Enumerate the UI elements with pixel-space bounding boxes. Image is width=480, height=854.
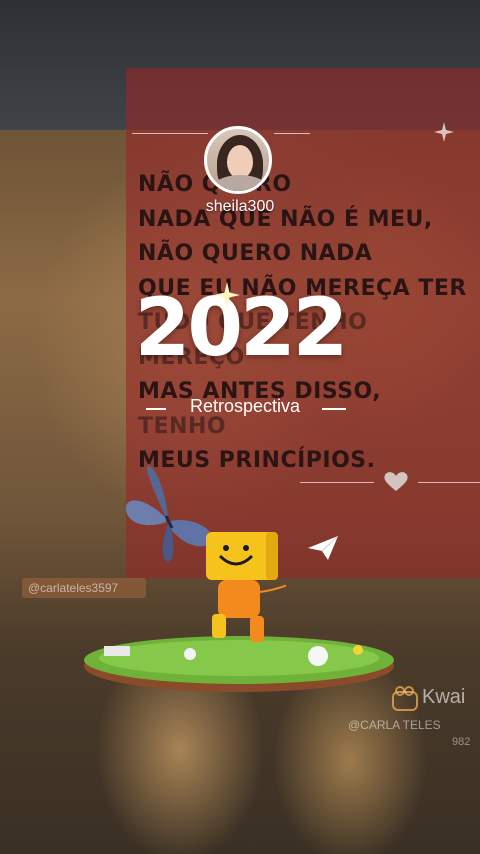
- subtitle-text: Retrospectiva: [189, 396, 301, 416]
- sparkle-icon: [434, 122, 454, 142]
- avatar-face: [227, 145, 253, 179]
- panel-rule-top-left: [132, 133, 208, 134]
- panel-rule-bottom-left: [300, 482, 374, 483]
- sparkle-icon: [214, 282, 240, 308]
- heart-icon: [384, 472, 408, 491]
- avatar[interactable]: [204, 126, 272, 194]
- kwai-brand: Kwai: [422, 686, 466, 708]
- paper-plane-icon: [308, 536, 338, 560]
- username-label[interactable]: sheila300: [180, 198, 300, 216]
- subtitle-line-right: [322, 408, 346, 410]
- year-title: 2022: [134, 281, 349, 374]
- watermark-handle: @carlateles3597: [22, 578, 146, 598]
- panel-rule-bottom-right: [418, 482, 480, 483]
- poem-line: NÃO QUERO NADA: [138, 241, 373, 266]
- kwai-id: 982: [452, 736, 471, 748]
- kwai-logo-icon: [392, 686, 418, 711]
- smiley-box-mascot: [206, 532, 286, 642]
- kwai-username: @CARLA TELES: [348, 718, 441, 732]
- subtitle-row: Retrospectiva: [140, 396, 350, 422]
- panel-rule-top-right: [274, 133, 310, 134]
